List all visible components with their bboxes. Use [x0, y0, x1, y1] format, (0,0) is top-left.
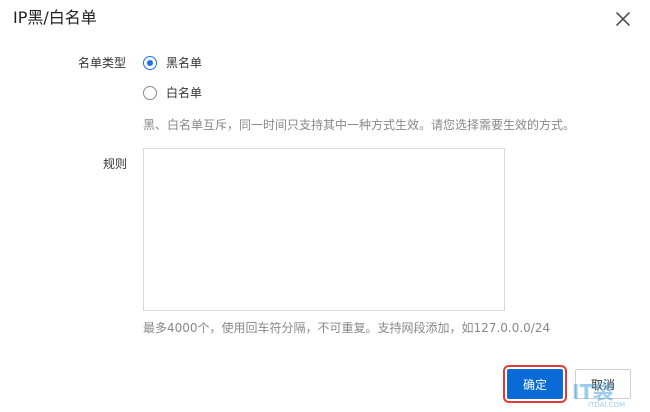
ip-list-dialog: IP黑/白名单 名单类型 黑名单 白名单 黑、白名单互斥，同一时间只支持其中一种…: [0, 0, 650, 412]
list-type-hint: 黑、白名单互斥，同一时间只支持其中一种方式生效。请您选择需要生效的方式。: [143, 118, 576, 132]
radio-label-whitelist: 白名单: [166, 86, 203, 100]
dialog-title: IP黑/白名单: [13, 8, 97, 27]
radio-label-blacklist: 黑名单: [166, 56, 203, 70]
radio-button[interactable]: [143, 86, 157, 100]
radio-blacklist[interactable]: 黑名单: [143, 55, 202, 71]
rules-label: 规则: [103, 157, 128, 171]
radio-whitelist[interactable]: 白名单: [143, 85, 202, 101]
list-type-label: 名单类型: [78, 56, 127, 70]
watermark-sub-text: ITDAI.COM: [588, 401, 626, 409]
radio-button-checked[interactable]: [143, 56, 157, 70]
rules-textarea[interactable]: [143, 148, 505, 311]
watermark-logo: IT袋 ITDAI.COM: [566, 376, 650, 412]
rules-hint: 最多4000个，使用回车符分隔，不可重复。支持网段添加，如127.0.0.0/2…: [143, 321, 551, 335]
close-icon[interactable]: [612, 8, 634, 30]
confirm-button[interactable]: 确定: [503, 365, 567, 403]
